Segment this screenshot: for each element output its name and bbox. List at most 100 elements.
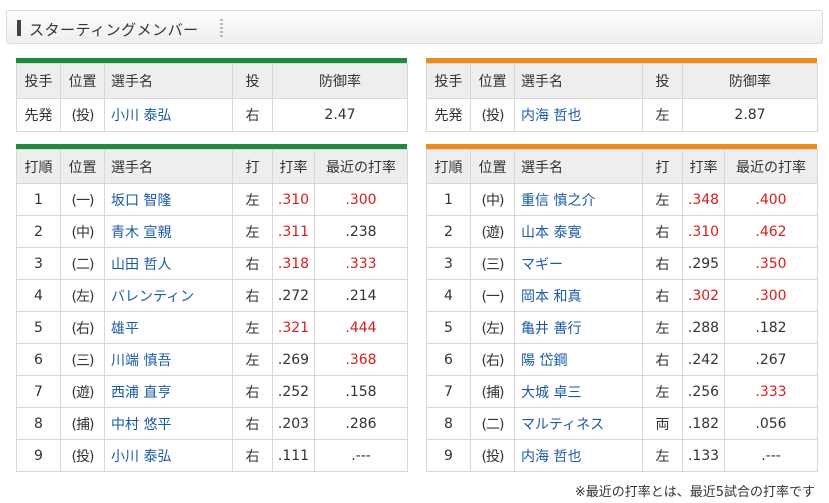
batter-average: .269 [272, 343, 315, 376]
batter-recent-average: .462 [724, 215, 818, 248]
pitcher-hand: 左 [642, 98, 683, 132]
header-recent-average: 最近の打率 [724, 149, 818, 184]
batter-name-link[interactable]: 中村 悠平 [104, 407, 233, 440]
section-header: スターティングメンバー [6, 10, 823, 44]
left-batting-order-table: 打順 位置 選手名 打 打率 最近の打率 1 (一) 坂口 智隆左 .310.300 2… [16, 149, 408, 472]
header-pitcher: 投手 [426, 63, 471, 99]
batter-hand: 左 [642, 183, 683, 216]
batter-name-link[interactable]: 重信 慎之介 [514, 183, 643, 216]
batter-hand: 右 [642, 215, 683, 248]
batter-row: 2 (遊) 山本 泰寛右 .310.462 [426, 215, 818, 248]
batter-hand: 左 [642, 439, 683, 472]
batting-order: 3 [16, 247, 61, 280]
header-bats: 打 [642, 149, 683, 184]
header-player-name: 選手名 [104, 149, 233, 184]
batter-hand: 左 [232, 215, 273, 248]
header-position: 位置 [470, 63, 515, 99]
batter-name-link[interactable]: 岡本 和真 [514, 279, 643, 312]
batter-name-link[interactable]: マルティネス [514, 407, 643, 440]
batter-position: (遊) [60, 375, 105, 408]
batter-name-link[interactable]: 内海 哲也 [514, 439, 643, 472]
header-player-name: 選手名 [104, 63, 233, 99]
batter-recent-average: .--- [724, 439, 818, 472]
batter-name-link[interactable]: 山本 泰寛 [514, 215, 643, 248]
batting-order: 7 [16, 375, 61, 408]
header-batting-order: 打順 [16, 149, 61, 184]
batter-recent-average: .--- [314, 439, 408, 472]
header-era: 防御率 [272, 63, 408, 99]
header-position: 位置 [60, 149, 105, 184]
batter-position: (中) [60, 215, 105, 248]
batter-name-link[interactable]: 青木 宣親 [104, 215, 233, 248]
batter-row: 3 (三) マギー右 .295.350 [426, 247, 818, 280]
batter-row: 1 (一) 坂口 智隆左 .310.300 [16, 183, 408, 216]
batter-recent-average: .056 [724, 407, 818, 440]
drag-handle-icon [220, 19, 223, 37]
header-pitcher: 投手 [16, 63, 61, 99]
batter-recent-average: .182 [724, 311, 818, 344]
batter-recent-average: .267 [724, 343, 818, 376]
header-batting-average: 打率 [272, 149, 315, 184]
batter-name-link[interactable]: 大城 卓三 [514, 375, 643, 408]
batter-position: (捕) [60, 407, 105, 440]
footnote: ※最近の打率とは、最近5試合の打率です [574, 485, 815, 500]
header-batting-order: 打順 [426, 149, 471, 184]
batter-name-link[interactable]: 陽 岱鋼 [514, 343, 643, 376]
batter-average: .272 [272, 279, 315, 312]
batter-name-link[interactable]: 西浦 直亨 [104, 375, 233, 408]
batter-hand: 右 [642, 343, 683, 376]
batting-order: 2 [426, 215, 471, 248]
batter-recent-average: .350 [724, 247, 818, 280]
right-pitcher-table: 投手 位置 選手名 投 防御率 先発 (投) 内海 哲也 左 2.87 [426, 63, 818, 132]
batting-order: 9 [426, 439, 471, 472]
batter-name-link[interactable]: 小川 泰弘 [104, 439, 233, 472]
batter-hand: 右 [232, 247, 273, 280]
batting-order: 4 [426, 279, 471, 312]
batter-name-link[interactable]: バレンティン [104, 279, 233, 312]
batting-order: 6 [426, 343, 471, 376]
batter-row: 4 (一) 岡本 和真右 .302.300 [426, 279, 818, 312]
batting-order: 3 [426, 247, 471, 280]
batter-hand: 左 [232, 311, 273, 344]
batter-average: .288 [682, 311, 725, 344]
pitcher-position: (投) [60, 98, 105, 132]
batter-row: 4 (左) バレンティン右 .272.214 [16, 279, 408, 312]
batting-order: 8 [16, 407, 61, 440]
pitcher-era: 2.87 [682, 98, 818, 132]
batting-order: 7 [426, 375, 471, 408]
batter-hand: 左 [232, 343, 273, 376]
batter-position: (二) [470, 407, 515, 440]
batter-name-link[interactable]: 坂口 智隆 [104, 183, 233, 216]
pitcher-name-link[interactable]: 小川 泰弘 [104, 98, 233, 132]
batter-average: .310 [682, 215, 725, 248]
batter-hand: 左 [642, 311, 683, 344]
right-batting-order-table: 打順 位置 選手名 打 打率 最近の打率 1 (中) 重信 慎之介左 .348.400… [426, 149, 818, 472]
batter-name-link[interactable]: 亀井 善行 [514, 311, 643, 344]
batter-position: (二) [60, 247, 105, 280]
header-throws: 投 [232, 63, 273, 99]
batter-position: (遊) [470, 215, 515, 248]
batter-average: .311 [272, 215, 315, 248]
batter-recent-average: .333 [724, 375, 818, 408]
batter-name-link[interactable]: 山田 哲人 [104, 247, 233, 280]
batting-order: 5 [16, 311, 61, 344]
batting-order: 4 [16, 279, 61, 312]
batter-position: (右) [60, 311, 105, 344]
batting-order: 6 [16, 343, 61, 376]
batter-row: 7 (捕) 大城 卓三左 .256.333 [426, 375, 818, 408]
batter-name-link[interactable]: 川端 慎吾 [104, 343, 233, 376]
pitcher-name-link[interactable]: 内海 哲也 [514, 98, 643, 132]
header-bats: 打 [232, 149, 273, 184]
batting-order: 9 [16, 439, 61, 472]
batter-position: (右) [470, 343, 515, 376]
header-player-name: 選手名 [514, 149, 643, 184]
batter-recent-average: .286 [314, 407, 408, 440]
batter-row: 5 (左) 亀井 善行左 .288.182 [426, 311, 818, 344]
batter-name-link[interactable]: 雄平 [104, 311, 233, 344]
batter-name-link[interactable]: マギー [514, 247, 643, 280]
header-position: 位置 [60, 63, 105, 99]
batter-hand: 右 [232, 439, 273, 472]
batter-position: (左) [60, 279, 105, 312]
batter-average: .111 [272, 439, 315, 472]
batter-position: (捕) [470, 375, 515, 408]
